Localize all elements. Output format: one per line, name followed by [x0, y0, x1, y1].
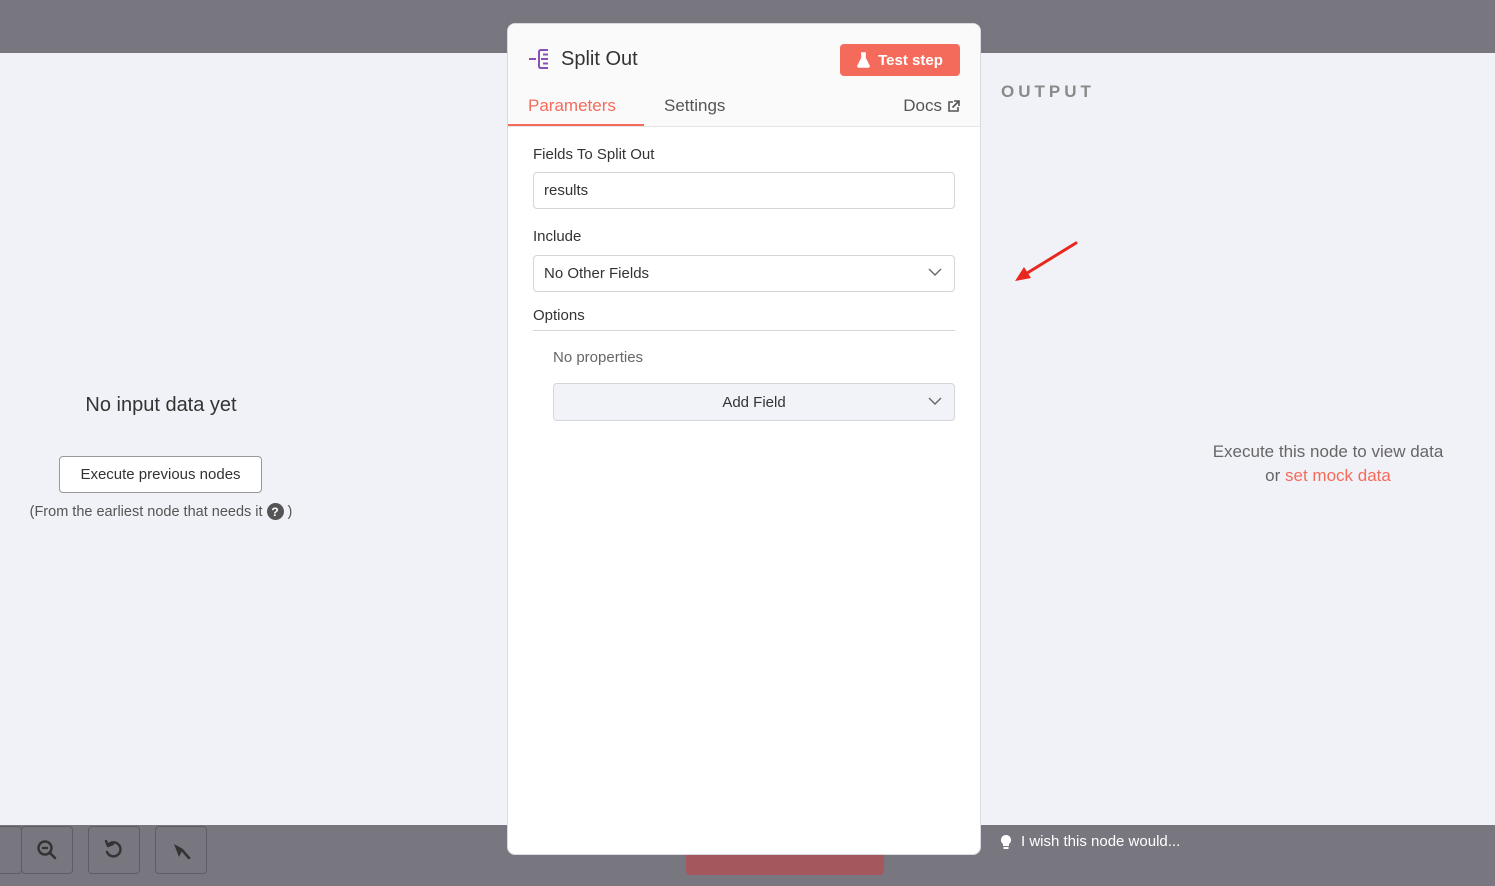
add-field-button[interactable]: Add Field	[553, 383, 955, 421]
question-icon[interactable]: ?	[266, 503, 284, 520]
broom-icon	[174, 844, 191, 860]
no-properties-text: No properties	[553, 349, 644, 366]
zoom-out-icon	[37, 840, 57, 860]
output-message: Execute this node to view data or set mo…	[1160, 440, 1495, 488]
chevron-down-icon	[928, 397, 942, 405]
undo-button[interactable]	[88, 826, 140, 874]
split-out-icon	[529, 49, 548, 69]
node-settings-panel: Split Out Test step Parameters Settings …	[507, 23, 981, 855]
include-value: No Other Fields	[544, 265, 650, 282]
node-title: Split Out	[561, 48, 638, 70]
flask-icon	[857, 52, 870, 68]
test-step-label: Test step	[878, 51, 943, 69]
or-text: or	[1265, 466, 1281, 485]
hint-end: )	[287, 503, 293, 520]
feedback-prompt[interactable]: I wish this node would...	[1000, 833, 1180, 850]
tab-parameters[interactable]: Parameters	[528, 96, 616, 116]
panel-header: Split Out Test step Parameters Settings …	[508, 24, 980, 127]
fields-to-split-label: Fields To Split Out	[533, 146, 655, 163]
zoom-in-button[interactable]	[0, 826, 22, 874]
output-message-text: Execute this node to view data	[1212, 442, 1444, 461]
zoom-out-button[interactable]	[21, 826, 73, 874]
output-label: OUTPUT	[1001, 82, 1095, 101]
docs-link[interactable]: Docs	[903, 96, 960, 116]
fields-to-split-value: results	[544, 182, 589, 199]
active-tab-underline	[508, 124, 644, 126]
tidy-up-button[interactable]	[155, 826, 207, 874]
test-step-button[interactable]: Test step	[840, 44, 960, 76]
red-arrow-icon	[1015, 241, 1078, 281]
undo-icon	[104, 839, 122, 858]
set-mock-data-link[interactable]: set mock data	[1285, 466, 1391, 485]
lightbulb-icon	[1001, 834, 1011, 849]
docs-label: Docs	[903, 96, 942, 115]
no-input-title: No input data yet	[85, 394, 237, 416]
output-mock-line: or set mock data	[1160, 464, 1495, 488]
fields-to-split-input[interactable]: results	[533, 172, 955, 209]
feedback-text: I wish this node would...	[1021, 833, 1181, 850]
execute-previous-nodes-button[interactable]: Execute previous nodes	[59, 456, 262, 493]
options-divider	[533, 330, 955, 331]
hint-text: (From the earliest node that needs it	[29, 503, 263, 520]
external-link-icon	[948, 99, 960, 112]
earliest-node-hint: (From the earliest node that needs it ? …	[0, 503, 322, 520]
include-select[interactable]: No Other Fields	[533, 255, 955, 292]
include-label: Include	[533, 228, 582, 245]
tab-settings[interactable]: Settings	[664, 96, 725, 116]
add-field-label: Add Field	[722, 393, 786, 411]
options-label: Options	[533, 307, 585, 324]
chevron-down-icon	[928, 268, 942, 276]
